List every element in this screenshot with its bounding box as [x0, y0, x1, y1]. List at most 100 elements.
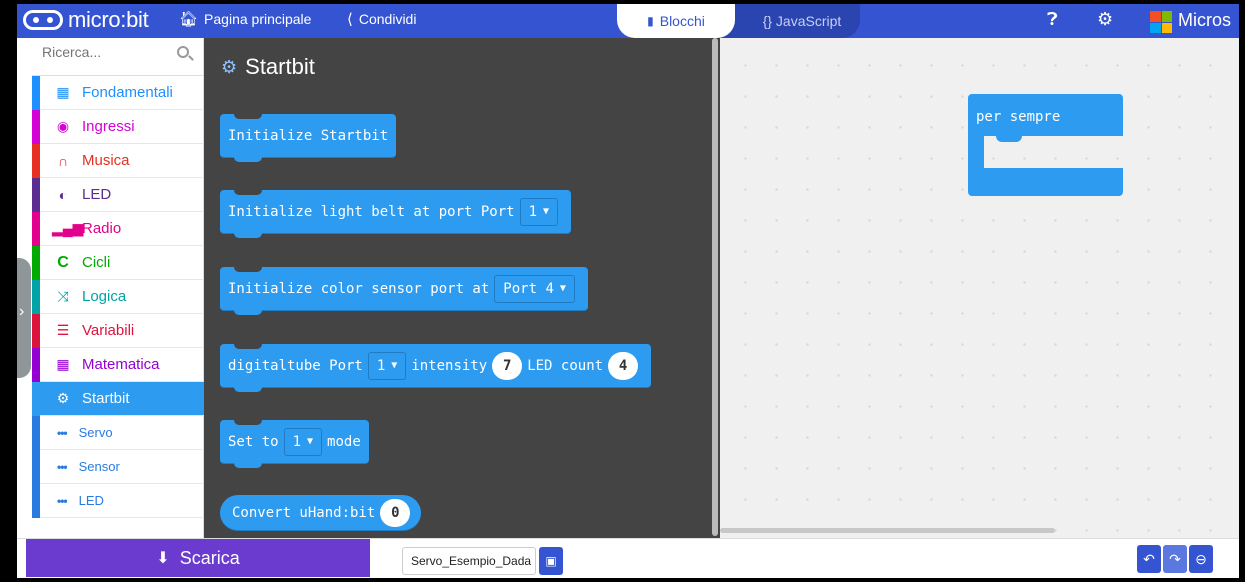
download-button[interactable]: ⬇ Scarica: [26, 539, 370, 577]
port-dropdown[interactable]: 1 ▼: [519, 197, 559, 226]
tab-javascript[interactable]: {} JavaScript: [747, 4, 857, 38]
dropdown-value: 1: [292, 433, 302, 450]
calculator-icon: ▦: [56, 356, 70, 372]
gear-icon: ⚙︎: [56, 390, 70, 406]
toggle-icon: ◐: [58, 186, 68, 203]
dots-icon: •••: [57, 425, 68, 440]
zoom-out-button[interactable]: ⊖: [1189, 545, 1213, 573]
toolbox-search: [32, 38, 204, 76]
flyout-title: ⚙︎ Startbit: [221, 54, 315, 80]
minus-icon: ⊖: [1195, 550, 1207, 567]
microsoft-label: Micros: [1178, 10, 1231, 30]
category-cicli[interactable]: C Cicli: [32, 246, 204, 280]
home-label: Pagina principale: [204, 11, 312, 27]
lines-icon: ☰: [56, 322, 70, 338]
category-ingressi[interactable]: ◉ Ingressi: [32, 110, 204, 144]
dots-icon: •••: [57, 493, 68, 508]
gear-icon[interactable]: ⚙︎: [1097, 9, 1113, 30]
category-radio[interactable]: ▂▄▆ Radio: [32, 212, 204, 246]
home-link[interactable]: 🏠︎ Pagina principale: [179, 10, 311, 28]
undo-button[interactable]: ↶: [1137, 545, 1161, 573]
block-forever[interactable]: per sempre: [968, 94, 1123, 196]
save-icon: ▣: [545, 554, 557, 568]
blocks-flyout: ⚙︎ Startbit Initialize Startbit Initiali…: [204, 38, 720, 538]
microbit-logo[interactable]: micro:bit: [23, 7, 149, 33]
subcategory-led[interactable]: ••• LED: [32, 484, 204, 518]
mode-dropdown[interactable]: 1 ▼: [283, 427, 323, 456]
block-label: Convert uHand:bit: [232, 504, 376, 521]
headphones-icon: ∩: [57, 152, 69, 169]
redo-button[interactable]: ↷: [1163, 545, 1187, 573]
window-frame: micro:bit 🏠︎ Pagina principale ⟨ Condivi…: [0, 0, 1245, 582]
block-convert-uhand[interactable]: Convert uHand:bit 0: [220, 495, 422, 531]
share-label: Condividi: [358, 11, 417, 27]
home-icon: 🏠︎: [179, 11, 199, 28]
undo-icon: ↶: [1143, 550, 1155, 567]
chevron-down-icon: ▼: [543, 206, 550, 217]
redo-icon: ↷: [1169, 550, 1181, 567]
search-input[interactable]: [42, 44, 172, 60]
tab-javascript-label: {} JavaScript: [762, 13, 842, 29]
help-icon[interactable]: ❓︎: [1047, 9, 1058, 30]
logo-text: micro:bit: [68, 7, 149, 32]
top-menu-bar: micro:bit 🏠︎ Pagina principale ⟨ Condivi…: [17, 4, 1239, 38]
category-label: Variabili: [82, 322, 135, 339]
block-initialize-startbit[interactable]: Initialize Startbit: [220, 114, 397, 162]
category-musica[interactable]: ∩ Musica: [32, 144, 204, 178]
subcategory-sensor[interactable]: ••• Sensor: [32, 450, 204, 484]
subcategory-label: LED: [78, 493, 104, 508]
flyout-title-label: Startbit: [245, 54, 315, 79]
search-icon[interactable]: [177, 46, 189, 58]
loop-icon: C: [57, 253, 69, 271]
category-label: Cicli: [82, 254, 111, 271]
simulator-collapse-tab[interactable]: [17, 258, 31, 378]
category-logica[interactable]: ⤨ Logica: [32, 280, 204, 314]
shuffle-icon: ⤨: [57, 288, 69, 304]
category-label: Fondamentali: [82, 84, 173, 101]
share-link[interactable]: ⟨ Condividi: [347, 10, 416, 28]
category-fondamentali[interactable]: ▦ Fondamentali: [32, 76, 204, 110]
dropdown-value: 1: [528, 203, 538, 220]
tab-blocks[interactable]: ▮ Blocchi: [617, 4, 735, 38]
chevron-down-icon: ▼: [307, 436, 314, 447]
microsoft-logo-icon[interactable]: [1150, 11, 1172, 33]
led-count-input[interactable]: 4: [608, 351, 639, 380]
category-label: Radio: [82, 220, 122, 237]
port-dropdown[interactable]: Port 4 ▼: [494, 274, 575, 303]
app-screen: micro:bit 🏠︎ Pagina principale ⟨ Condivi…: [17, 4, 1239, 578]
forever-label: per sempre: [968, 94, 1123, 136]
category-label: Ingressi: [82, 118, 135, 135]
category-led[interactable]: ◐ LED: [32, 178, 204, 212]
chevron-down-icon: ▼: [559, 283, 566, 294]
flyout-scrollbar[interactable]: [712, 38, 718, 536]
subcategory-label: Servo: [78, 425, 113, 440]
signal-icon: ▂▄▆: [52, 220, 84, 236]
subcategory-servo[interactable]: ••• Servo: [32, 416, 204, 450]
block-initialize-color-sensor[interactable]: Initialize color sensor port at Port 4 ▼: [220, 267, 588, 315]
category-matematica[interactable]: ▦ Matematica: [32, 348, 204, 382]
dots-icon: •••: [57, 459, 68, 474]
project-name-input[interactable]: [402, 547, 536, 575]
blocks-workspace[interactable]: per sempre: [720, 38, 1239, 538]
grid-icon: ▦: [56, 84, 70, 100]
block-set-mode[interactable]: Set to 1 ▼ mode: [220, 420, 369, 468]
subcategory-label: Sensor: [78, 459, 120, 474]
block-label: Set to: [228, 433, 279, 450]
workspace-scrollbar[interactable]: [720, 528, 1055, 533]
microbit-icon: [23, 10, 63, 30]
category-startbit[interactable]: ⚙︎ Startbit: [32, 382, 204, 416]
category-label: Musica: [82, 152, 130, 169]
block-label: Initialize color sensor port at: [228, 280, 490, 297]
category-label: LED: [82, 186, 112, 203]
category-variabili[interactable]: ☰ Variabili: [32, 314, 204, 348]
block-initialize-light-belt[interactable]: Initialize light belt at port Port 1 ▼: [220, 190, 572, 238]
value-input[interactable]: 0: [380, 498, 411, 527]
block-digitaltube[interactable]: digitaltube Port 1 ▼ intensity 7 LED coun…: [220, 344, 652, 392]
category-label: Logica: [82, 288, 127, 305]
gear-icon: ⚙︎: [221, 56, 238, 77]
save-button[interactable]: ▣: [539, 547, 563, 575]
target-icon: ◉: [56, 118, 70, 134]
port-dropdown[interactable]: 1 ▼: [367, 351, 407, 380]
category-label: Matematica: [82, 356, 160, 373]
intensity-input[interactable]: 7: [492, 351, 523, 380]
